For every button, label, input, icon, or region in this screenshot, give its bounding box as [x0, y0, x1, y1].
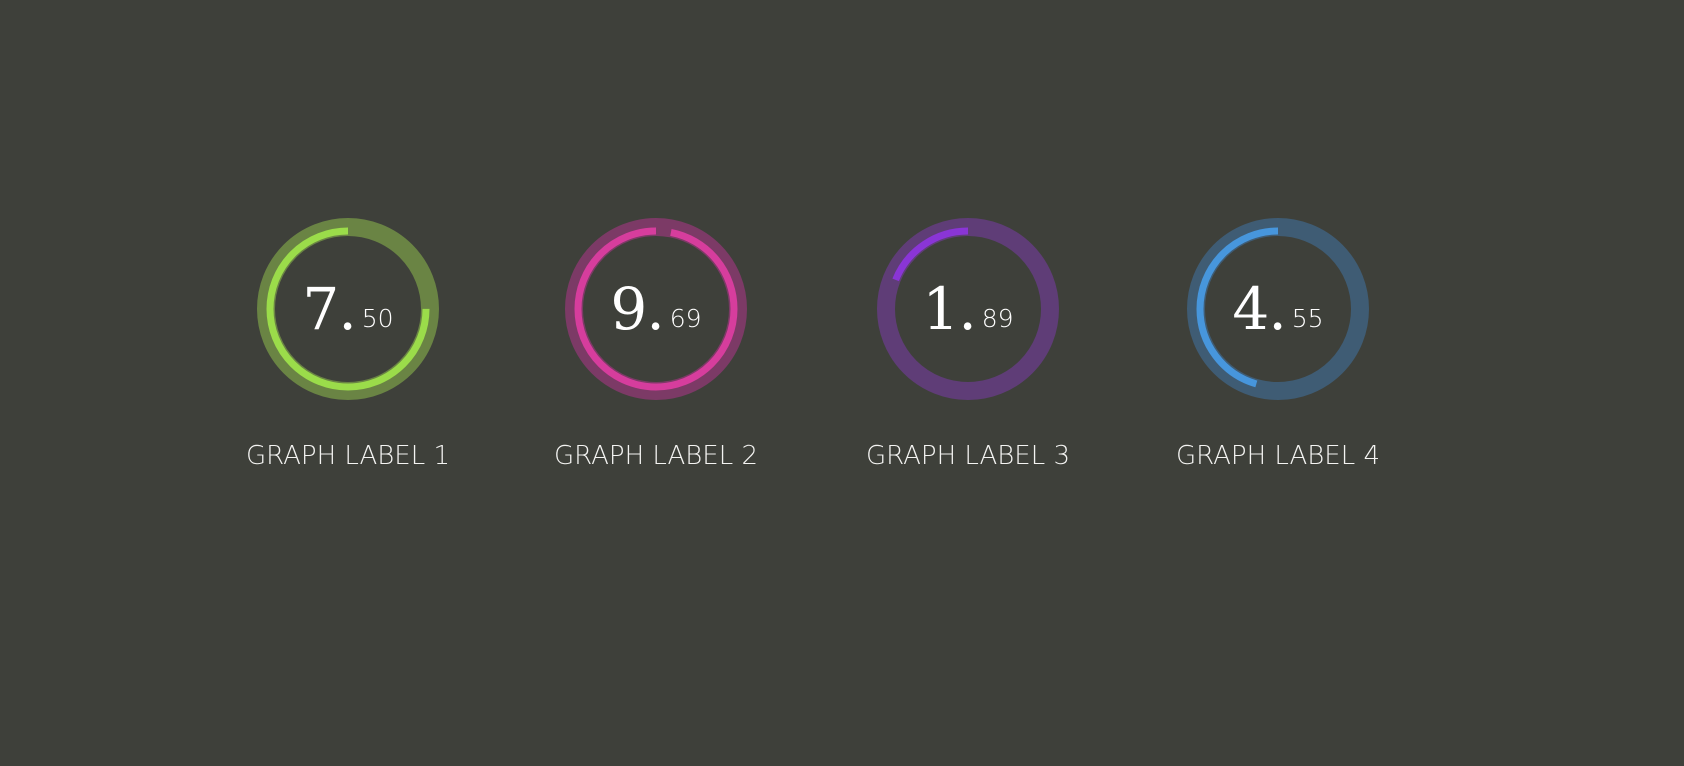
- gauge-4-value-integer: 4.: [1232, 275, 1286, 343]
- gauge-2-value-decimal: 69: [669, 303, 702, 333]
- gauge-4: 4. 55: [1186, 217, 1370, 401]
- gauge-dashboard: 7. 50 GRAPH LABEL 1 9. 69 GRAPH LABEL 2 …: [0, 0, 1684, 766]
- gauge-2: 9. 69: [564, 217, 748, 401]
- gauge-4-label: GRAPH LABEL 4: [1175, 441, 1381, 471]
- gauge-4-readout: 4. 55: [1186, 217, 1370, 401]
- gauge-1-value-decimal: 50: [361, 303, 394, 333]
- gauge-3-label: GRAPH LABEL 3: [865, 441, 1071, 471]
- gauge-4-value-decimal: 55: [1291, 303, 1324, 333]
- gauge-1-label: GRAPH LABEL 1: [245, 441, 451, 471]
- gauge-1-readout: 7. 50: [256, 217, 440, 401]
- gauge-3-value-integer: 1.: [922, 275, 976, 343]
- gauge-3-value-decimal: 89: [981, 303, 1014, 333]
- gauge-2-label: GRAPH LABEL 2: [553, 441, 759, 471]
- gauge-3-readout: 1. 89: [876, 217, 1060, 401]
- gauge-3: 1. 89: [876, 217, 1060, 401]
- gauge-2-readout: 9. 69: [564, 217, 748, 401]
- gauge-2-value-integer: 9.: [610, 275, 664, 343]
- gauge-1: 7. 50: [256, 217, 440, 401]
- gauge-1-value-integer: 7.: [302, 275, 356, 343]
